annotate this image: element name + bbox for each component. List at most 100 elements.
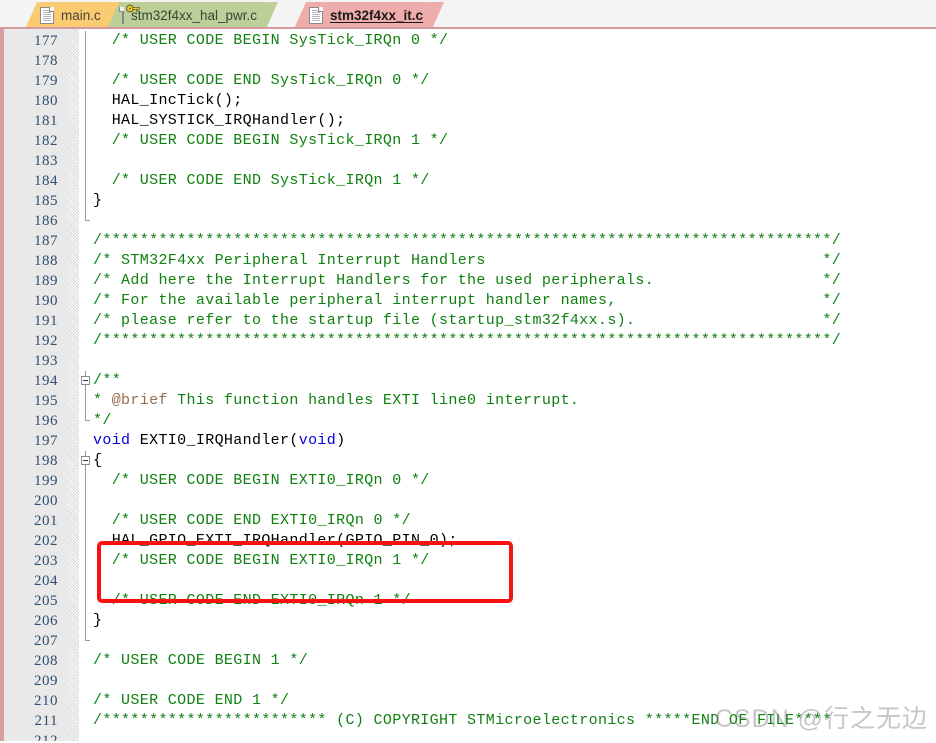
- line-number: 199: [4, 471, 67, 491]
- line-number-value: 194: [34, 373, 58, 389]
- fold-guide-line: [79, 531, 93, 551]
- line-number: 187: [4, 231, 67, 251]
- line-number: 195: [4, 391, 67, 411]
- line-number-gutter[interactable]: 177 178 179 180 181 182 183 184 185 186 187 188 189 1…: [4, 29, 67, 741]
- comment-text: /* USER CODE BEGIN EXTI0_IRQn 0 */: [93, 472, 430, 489]
- code-line[interactable]: /**: [93, 371, 121, 391]
- fold-guide-line: [79, 111, 93, 131]
- line-number: 198: [4, 451, 67, 471]
- line-number-value: 193: [34, 353, 58, 369]
- fold-end-marker: [79, 631, 93, 651]
- code-line[interactable]: void EXTI0_IRQHandler(void): [93, 431, 346, 451]
- fold-guide-line: [79, 551, 93, 571]
- code-line[interactable]: /* Add here the Interrupt Handlers for t…: [93, 271, 841, 291]
- code-text-area[interactable]: /* USER CODE BEGIN SysTick_IRQn 0 */ /* …: [93, 29, 936, 741]
- code-editor[interactable]: 177 178 179 180 181 182 183 184 185 186 187 188 189 1…: [0, 29, 936, 741]
- line-number-value: 190: [34, 293, 58, 309]
- plain-code-text: }: [93, 612, 103, 629]
- code-line[interactable]: HAL_SYSTICK_IRQHandler();: [93, 111, 346, 131]
- tab-label: stm32f4xx_hal_pwr.c: [131, 8, 258, 23]
- line-number-value: 197: [34, 433, 58, 449]
- plain-code-text: HAL_SYSTICK_IRQHandler();: [93, 112, 346, 129]
- line-number: 207: [4, 631, 67, 651]
- fold-guide-line: [79, 391, 93, 411]
- code-line[interactable]: }: [93, 611, 102, 631]
- line-number: 190: [4, 291, 67, 311]
- fold-end-marker: [79, 411, 93, 431]
- fold-collapse-icon[interactable]: [79, 451, 93, 471]
- line-number: 181: [4, 111, 67, 131]
- line-number-value: 188: [34, 253, 58, 269]
- keyword-void-param: void: [298, 432, 337, 449]
- fold-guide-line: [79, 51, 93, 71]
- code-line[interactable]: /* USER CODE END EXTI0_IRQn 1 */: [93, 591, 411, 611]
- line-number: 193: [4, 351, 67, 371]
- code-line[interactable]: /* USER CODE BEGIN SysTick_IRQn 0 */: [93, 31, 448, 51]
- code-line[interactable]: /************************ (C) COPYRIGHT …: [93, 711, 832, 731]
- code-line[interactable]: /***************************************…: [93, 231, 841, 251]
- code-line[interactable]: /* USER CODE END EXTI0_IRQn 0 */: [93, 511, 411, 531]
- line-number-value: 208: [34, 653, 58, 669]
- comment-text: /* USER CODE BEGIN EXTI0_IRQn 1 */: [93, 552, 430, 569]
- code-line[interactable]: /* STM32F4xx Peripheral Interrupt Handle…: [93, 251, 841, 271]
- comment-text: This function handles EXTI line0 interru…: [167, 392, 580, 409]
- code-line[interactable]: /* USER CODE END SysTick_IRQn 0 */: [93, 71, 430, 91]
- code-line[interactable]: HAL_IncTick();: [93, 91, 243, 111]
- line-number: 179: [4, 71, 67, 91]
- code-line[interactable]: /* USER CODE END SysTick_IRQn 1 */: [93, 171, 430, 191]
- code-line[interactable]: /* For the available peripheral interrup…: [93, 291, 841, 311]
- code-line[interactable]: /* USER CODE END 1 */: [93, 691, 289, 711]
- line-number: 201: [4, 511, 67, 531]
- comment-text: /************************ (C) COPYRIGHT …: [93, 712, 832, 729]
- comment-text: /* USER CODE END 1 */: [93, 692, 290, 709]
- plain-code-text: }: [93, 192, 103, 209]
- tab-main-c[interactable]: main.c: [25, 2, 122, 27]
- code-line[interactable]: /* USER CODE BEGIN EXTI0_IRQn 1 */: [93, 551, 430, 571]
- line-number: 211: [4, 711, 67, 731]
- comment-text: /* please refer to the startup file (sta…: [93, 312, 842, 329]
- code-line[interactable]: /* USER CODE BEGIN SysTick_IRQn 1 */: [93, 131, 448, 151]
- comment-text: /* USER CODE END EXTI0_IRQn 0 */: [93, 512, 411, 529]
- fold-guide-line: [79, 611, 93, 631]
- line-number: 184: [4, 171, 67, 191]
- code-line[interactable]: /***************************************…: [93, 331, 841, 351]
- code-line[interactable]: /* please refer to the startup file (sta…: [93, 311, 841, 331]
- line-number: 178: [4, 51, 67, 71]
- line-number: 204: [4, 571, 67, 591]
- line-number-value: 187: [34, 233, 58, 249]
- code-line[interactable]: */: [93, 411, 112, 431]
- code-line[interactable]: /* USER CODE BEGIN EXTI0_IRQn 0 */: [93, 471, 430, 491]
- comment-text: /**: [93, 372, 122, 389]
- document-icon: [309, 7, 323, 24]
- line-number-value: 207: [34, 633, 58, 649]
- fold-guide-line: [79, 71, 93, 91]
- line-number: 206: [4, 611, 67, 631]
- line-number: 212: [4, 731, 67, 741]
- tab-stm32f4xx-hal-pwr-c[interactable]: stm32f4xx_hal_pwr.c: [106, 2, 279, 27]
- line-number: 197: [4, 431, 67, 451]
- line-number-value: 181: [34, 113, 58, 129]
- line-number: 205: [4, 591, 67, 611]
- doc-tag-brief: @brief: [111, 392, 168, 409]
- line-number: 185: [4, 191, 67, 211]
- code-line[interactable]: * @brief This function handles EXTI line…: [93, 391, 579, 411]
- code-folding-column[interactable]: [79, 29, 93, 741]
- comment-text: /* USER CODE BEGIN 1 */: [93, 652, 309, 669]
- fold-end-marker: [79, 211, 93, 231]
- code-line[interactable]: {: [93, 451, 102, 471]
- code-line[interactable]: /* USER CODE BEGIN 1 */: [93, 651, 308, 671]
- tab-stm32f4xx-it-c[interactable]: stm32f4xx_it.c: [293, 2, 445, 27]
- code-line[interactable]: HAL_GPIO_EXTI_IRQHandler(GPIO_PIN_0);: [93, 531, 458, 551]
- line-number: 186: [4, 211, 67, 231]
- plain-code-text: HAL_GPIO_EXTI_IRQHandler(GPIO_PIN_0);: [93, 532, 458, 549]
- comment-text: /* USER CODE END SysTick_IRQn 0 */: [93, 72, 430, 89]
- code-line[interactable]: }: [93, 191, 102, 211]
- keyword-void: void: [93, 432, 131, 449]
- gutter-hatch-strip: [67, 29, 79, 741]
- fold-guide-line: [79, 471, 93, 491]
- line-number-value: 195: [34, 393, 58, 409]
- line-number: 203: [4, 551, 67, 571]
- fold-collapse-icon[interactable]: [79, 371, 93, 391]
- line-number-value: 184: [34, 173, 58, 189]
- fold-guide-line: [79, 491, 93, 511]
